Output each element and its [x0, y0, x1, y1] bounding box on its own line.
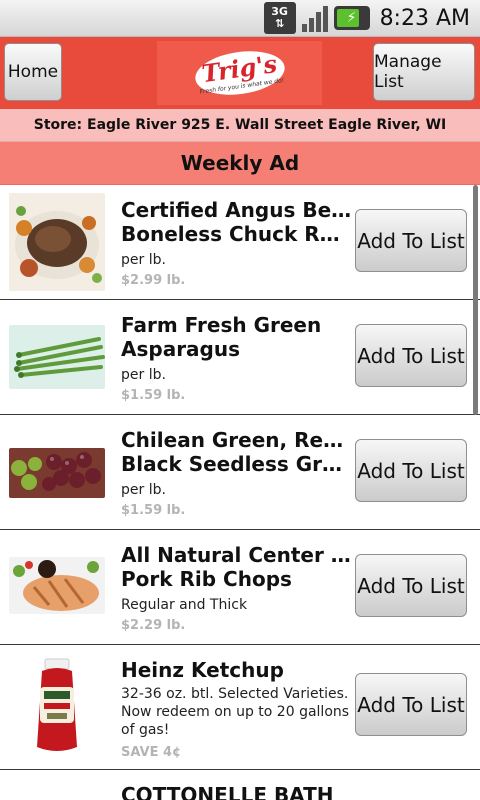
status-bar: 3G ⇅ ⚡ 8:23 AM: [0, 0, 480, 37]
network-3g-icon: 3G ⇅: [263, 2, 296, 34]
battery-charging-icon: ⚡: [333, 6, 370, 30]
item-price: $2.99 lb.: [121, 273, 186, 288]
trigs-logo: Trig's Fresh for you is what we do!: [157, 41, 322, 105]
list-item[interactable]: Heinz Ketchup 32-36 oz. btl. Selected Va…: [0, 645, 480, 770]
asparagus-image: [9, 325, 105, 389]
store-info: Store: Eagle River 925 E. Wall Street Ea…: [0, 109, 480, 142]
beef-roast-image: [9, 193, 105, 291]
signal-strength-icon: [301, 4, 328, 32]
add-to-list-button[interactable]: Add To List: [355, 439, 467, 502]
item-price: SAVE 4¢: [121, 745, 182, 760]
list-item[interactable]: COTTONELLE BATH: [0, 770, 480, 800]
home-button[interactable]: Home: [4, 43, 62, 101]
item-price: $1.59 lb.: [121, 503, 186, 518]
list-item[interactable]: Certified Angus Beef Boneless Chuck Roas…: [0, 185, 480, 300]
add-to-list-button[interactable]: Add To List: [355, 209, 467, 272]
manage-list-button[interactable]: Manage List: [373, 43, 475, 101]
item-description: Regular and Thick: [121, 597, 248, 613]
item-description: per lb.: [121, 252, 166, 268]
list-item[interactable]: All Natural Center Cut Pork Rib Chops Re…: [0, 530, 480, 645]
clock: 8:23 AM: [379, 5, 470, 31]
scrollbar[interactable]: [473, 185, 478, 415]
item-title: Certified Angus Beef Boneless Chuck Roas…: [121, 198, 353, 246]
item-description: 32-36 oz. btl. Selected Varieties. Now r…: [121, 686, 350, 738]
add-to-list-button[interactable]: Add To List: [355, 324, 467, 387]
section-title: Weekly Ad: [0, 142, 480, 185]
list-item[interactable]: Chilean Green, Red or Black Seedless Gra…: [0, 415, 480, 530]
item-price: $1.59 lb.: [121, 388, 186, 403]
weekly-ad-list[interactable]: Certified Angus Beef Boneless Chuck Roas…: [0, 185, 480, 800]
item-title: Farm Fresh Green Asparagus: [121, 313, 322, 361]
grapes-image: [9, 448, 105, 498]
list-item[interactable]: Farm Fresh Green Asparagus per lb. $1.59…: [0, 300, 480, 415]
item-title: Chilean Green, Red or Black Seedless Gra…: [121, 428, 353, 476]
add-to-list-button[interactable]: Add To List: [355, 554, 467, 617]
item-title: All Natural Center Cut Pork Rib Chops: [121, 543, 353, 591]
add-to-list-button[interactable]: Add To List: [355, 673, 467, 736]
item-price: $2.29 lb.: [121, 618, 186, 633]
pork-chops-image: [9, 557, 105, 614]
item-title: COTTONELLE BATH: [121, 783, 334, 800]
item-description: per lb.: [121, 367, 166, 383]
ketchup-bottle-image: [9, 657, 105, 757]
app-header: Home Trig's Fresh for you is what we do!…: [0, 37, 480, 109]
item-title: Heinz Ketchup: [121, 658, 284, 682]
item-description: per lb.: [121, 482, 166, 498]
